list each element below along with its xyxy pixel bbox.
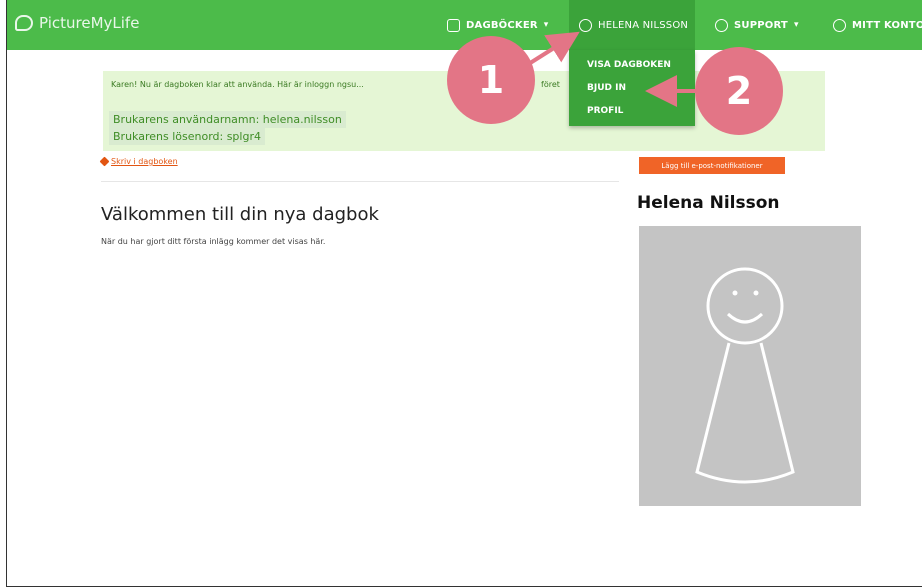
callout-step-2: 2 [695,47,783,135]
callout-step-1: 1 [447,36,535,124]
app-window: PictureMyLife DAGBÖCKER ▾ HELENA NILSSON… [6,0,922,587]
